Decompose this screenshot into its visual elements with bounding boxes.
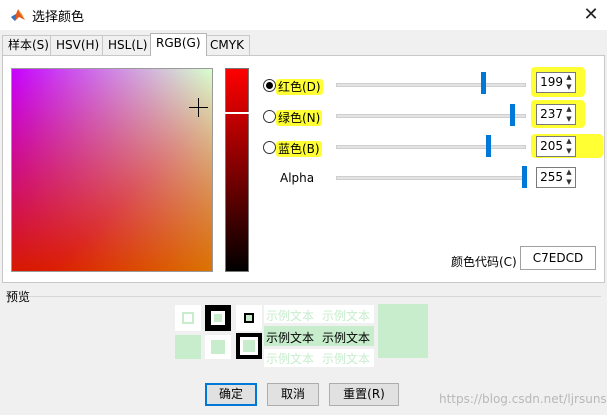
- matlab-icon: [11, 9, 25, 21]
- green-spin-down-icon[interactable]: ▼: [564, 115, 574, 124]
- color-value-marker[interactable]: [225, 112, 249, 114]
- green-label: 绿色(N): [276, 110, 323, 126]
- tab-cmyk[interactable]: CMYK: [204, 35, 250, 55]
- green-slider-track[interactable]: [336, 114, 526, 118]
- reset-button[interactable]: 重置(R): [329, 383, 399, 406]
- alpha-slider-thumb[interactable]: [522, 166, 527, 188]
- tab-rgb[interactable]: RGB(G): [150, 33, 207, 56]
- hex-label: 颜色代码(C): [451, 255, 517, 269]
- preview-swatch-fill: [175, 335, 201, 359]
- sample-text: 示例文本: [266, 331, 315, 345]
- blue-slider-track[interactable]: [336, 145, 526, 149]
- red-slider-thumb[interactable]: [481, 72, 486, 94]
- blue-slider-thumb[interactable]: [486, 135, 491, 157]
- hex-input[interactable]: C7EDCD: [520, 246, 596, 270]
- green-spin-up-icon[interactable]: ▲: [564, 105, 574, 114]
- alpha-label: Alpha: [280, 171, 315, 185]
- blue-radio[interactable]: [263, 141, 276, 154]
- close-icon[interactable]: ✕: [578, 2, 604, 28]
- alpha-spin-up-icon[interactable]: ▲: [564, 168, 574, 177]
- sample-text: 示例文本: [322, 331, 371, 345]
- preview-swatch-frame: [236, 333, 262, 359]
- tab-swatches[interactable]: 样本(S): [2, 35, 55, 55]
- sample-text: 示例文本: [266, 309, 315, 323]
- blue-spin-up-icon[interactable]: ▲: [564, 137, 574, 146]
- cancel-button[interactable]: 取消: [267, 383, 319, 406]
- sample-text: 示例文本: [322, 309, 371, 323]
- color-field[interactable]: [11, 68, 213, 272]
- alpha-slider-track[interactable]: [336, 176, 526, 180]
- preview-large-swatch: [378, 304, 428, 358]
- sample-text: 示例文本: [322, 352, 371, 366]
- preview-swatch-white: [205, 335, 231, 359]
- preview-swatch-dot: [236, 305, 262, 331]
- crosshair-icon[interactable]: [189, 98, 208, 117]
- sample-text: 示例文本: [266, 352, 315, 366]
- red-spin-down-icon[interactable]: ▼: [564, 83, 574, 92]
- tab-hsv[interactable]: HSV(H): [50, 35, 106, 55]
- blue-label: 蓝色(B): [276, 141, 322, 157]
- red-slider-track[interactable]: [336, 83, 526, 87]
- red-radio[interactable]: [263, 79, 276, 92]
- preview-label: 预览: [6, 290, 31, 304]
- alpha-spin-down-icon[interactable]: ▼: [564, 178, 574, 187]
- preview-swatch-small: [175, 305, 201, 331]
- preview-swatch-black: [205, 305, 231, 331]
- green-slider-thumb[interactable]: [510, 104, 515, 126]
- window-title: 选择颜色: [32, 10, 85, 25]
- tab-hsl[interactable]: HSL(L): [102, 35, 154, 55]
- color-value-slider[interactable]: [225, 68, 249, 272]
- title-bar: [0, 0, 607, 30]
- watermark-text: https://blog.csdn.net/ljrsunshine: [439, 392, 607, 406]
- red-spin-up-icon[interactable]: ▲: [564, 73, 574, 82]
- ok-button[interactable]: 确定: [205, 383, 257, 406]
- red-label: 红色(D): [276, 79, 323, 95]
- blue-spin-down-icon[interactable]: ▼: [564, 147, 574, 156]
- green-radio[interactable]: [263, 110, 276, 123]
